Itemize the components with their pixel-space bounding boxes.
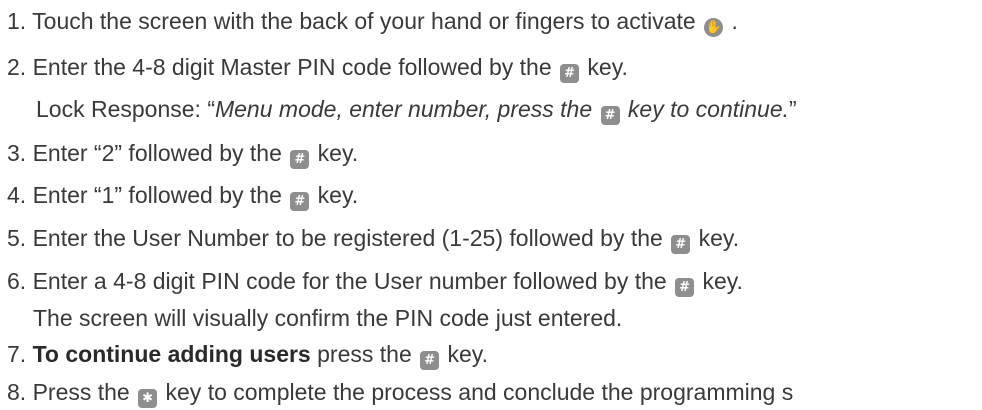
step-6-after: key. <box>696 268 743 294</box>
hash-key-icon: # <box>420 351 440 370</box>
step-8: 8. Press the ✱ key to complete the proce… <box>7 375 793 409</box>
step-1: 1. Touch the screen with the back of you… <box>7 4 738 38</box>
lock-response-label: Lock Response: “ <box>36 96 215 122</box>
step-8-text: 8. Press the <box>7 379 137 405</box>
step-7-bold-text: To continue adding users <box>32 341 311 367</box>
hash-key-icon: # <box>290 150 310 169</box>
hash-key-icon: # <box>600 106 620 125</box>
hash-key-icon: # <box>560 64 580 83</box>
step-6: 6. Enter a 4-8 digit PIN code for the Us… <box>7 264 743 298</box>
step-7-text: press the <box>310 341 419 367</box>
hash-key-icon: # <box>671 235 691 254</box>
step-7-after: key. <box>441 341 489 367</box>
step-1-text: 1. Touch the screen with the back of you… <box>7 8 703 34</box>
step-2-text: 2. Enter the 4-8 digit Master PIN code f… <box>7 54 559 80</box>
step-5-after: key. <box>692 225 740 251</box>
step-5-text: 5. Enter the User Number to be registere… <box>7 225 670 251</box>
lock-response-quote: Menu mode, enter number, press the <box>214 96 599 122</box>
lock-response-close: ” <box>789 96 797 122</box>
hash-key-icon: # <box>290 192 310 211</box>
step-7: 7. To continue adding users press the # … <box>7 337 488 371</box>
step-2-after: key. <box>581 54 628 80</box>
step-6-text: 6. Enter a 4-8 digit PIN code for the Us… <box>7 268 674 294</box>
step-5: 5. Enter the User Number to be registere… <box>7 221 739 255</box>
step-3: 3. Enter “2” followed by the # key. <box>7 136 358 170</box>
step-2-lock-response: Lock Response: “Menu mode, enter number,… <box>36 92 797 126</box>
step-7-number: 7. <box>7 341 33 367</box>
step-3-text: 3. Enter “2” followed by the <box>7 140 289 166</box>
hash-key-icon: # <box>675 278 695 297</box>
step-8-after: key to complete the process and conclude… <box>159 379 794 405</box>
step-3-after: key. <box>311 140 359 166</box>
hand-touch-icon: ✋ <box>704 18 724 37</box>
step-2: 2. Enter the 4-8 digit Master PIN code f… <box>7 50 628 84</box>
instruction-list: 1. Touch the screen with the back of you… <box>0 0 982 410</box>
step-4: 4. Enter “1” followed by the # key. <box>7 178 358 212</box>
star-key-icon: ✱ <box>138 389 158 408</box>
lock-response-quote-end: key to continue. <box>621 96 790 122</box>
step-6-note: The screen will visually confirm the PIN… <box>33 301 622 335</box>
step-4-after: key. <box>311 182 359 208</box>
step-4-text: 4. Enter “1” followed by the <box>7 182 289 208</box>
step-6-note-text: The screen will visually confirm the PIN… <box>33 305 623 331</box>
step-1-after: . <box>725 8 738 34</box>
